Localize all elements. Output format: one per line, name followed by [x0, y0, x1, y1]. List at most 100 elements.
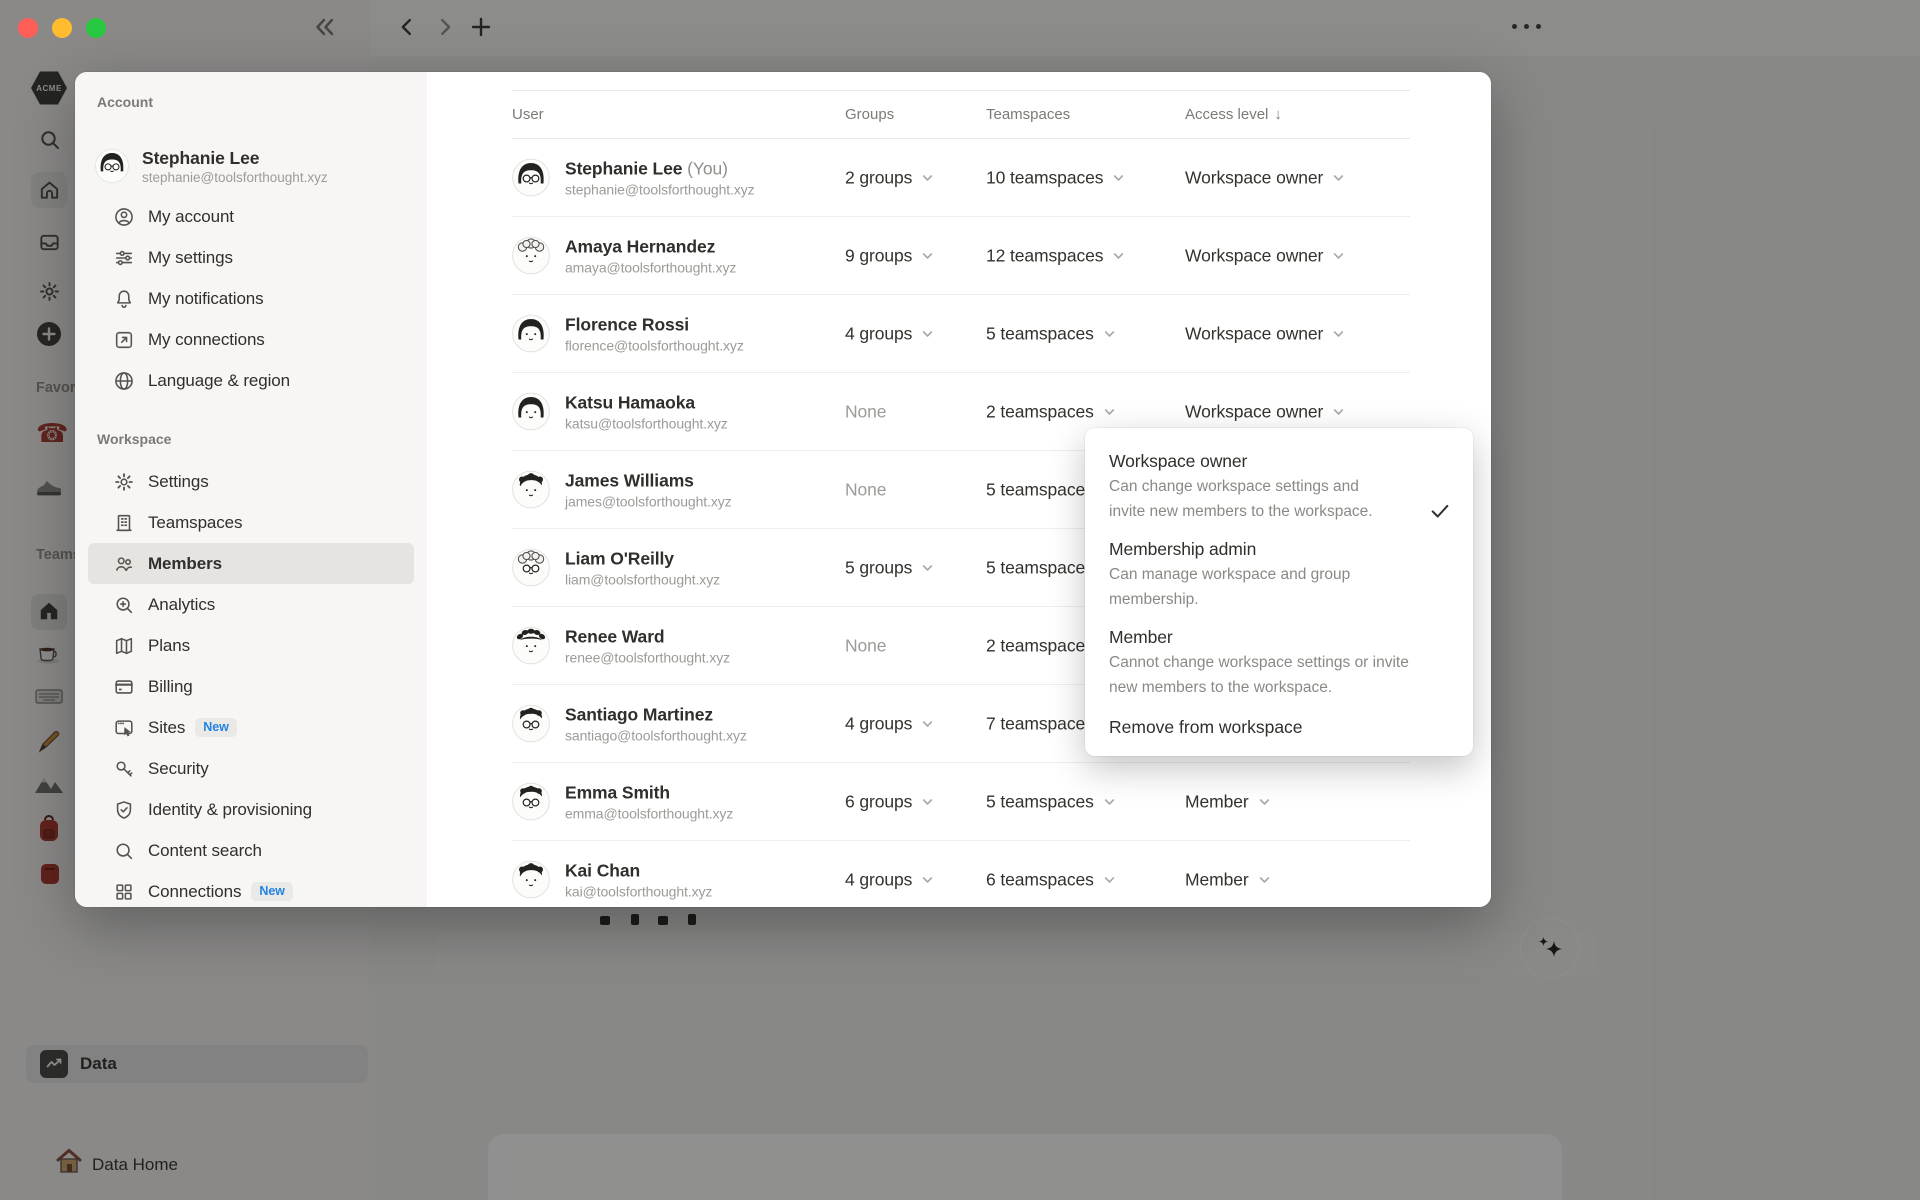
access-level-dropdown[interactable]: Member [1185, 791, 1271, 812]
column-header-groups[interactable]: Groups [845, 91, 894, 138]
teamspaces-dropdown[interactable]: 6 teamspaces [986, 869, 1116, 890]
grid-icon [113, 881, 135, 903]
globe-icon [113, 370, 135, 392]
access-level-dropdown[interactable]: Workspace owner [1185, 323, 1345, 344]
member-name: Kai Chan [565, 860, 641, 880]
window-controls [18, 18, 106, 38]
zoom-window-button[interactable] [86, 18, 106, 38]
groups-dropdown[interactable]: 4 groups [845, 869, 934, 890]
groups-dropdown[interactable]: 6 groups [845, 791, 934, 812]
avatar [512, 782, 550, 821]
workspace-section-label: Workspace [97, 431, 172, 447]
chevron-down-icon [1332, 405, 1345, 418]
groups-dropdown[interactable]: 4 groups [845, 323, 934, 344]
avatar [512, 236, 550, 275]
sidebar-item-connections[interactable]: Connections New [88, 871, 414, 907]
user-cell: James Williams james@toolsforthought.xyz [512, 469, 732, 510]
bell-icon [113, 288, 135, 310]
user-cell: Renee Ward renee@toolsforthought.xyz [512, 625, 730, 666]
option-title: Member [1109, 627, 1173, 647]
sidebar-item-content-search[interactable]: Content search [88, 830, 414, 871]
sidebar-item-plans[interactable]: Plans [88, 625, 414, 666]
option-title: Membership admin [1109, 539, 1257, 559]
member-row: Emma Smith emma@toolsforthought.xyz 6 gr… [512, 763, 1410, 841]
groups-dropdown[interactable]: 4 groups [845, 713, 934, 734]
option-description: Can change workspace settings and invite… [1109, 478, 1373, 520]
member-name: Renee Ward [565, 626, 665, 646]
column-header-user[interactable]: User [512, 91, 544, 138]
chevron-down-icon [921, 717, 934, 730]
new-badge: New [195, 718, 237, 737]
chevron-down-icon [1332, 327, 1345, 340]
groups-dropdown[interactable]: None [845, 479, 887, 500]
access-level-dropdown[interactable]: Workspace owner [1185, 245, 1345, 266]
minimize-window-button[interactable] [52, 18, 72, 38]
sidebar-item-label: Plans [148, 635, 191, 655]
groups-dropdown[interactable]: 5 groups [845, 557, 934, 578]
sidebar-item-members[interactable]: Members [88, 543, 414, 584]
user-cell: Santiago Martinez santiago@toolsforthoug… [512, 703, 747, 744]
menu-item-workspace-owner[interactable]: Workspace owner Can change workspace set… [1085, 442, 1473, 530]
sidebar-item-label: My notifications [148, 288, 264, 308]
groups-dropdown[interactable]: 9 groups [845, 245, 934, 266]
magnifier-icon [113, 840, 135, 862]
member-email: renee@toolsforthought.xyz [565, 649, 731, 665]
groups-dropdown[interactable]: 2 groups [845, 167, 934, 188]
access-level-dropdown[interactable]: Workspace owner [1185, 401, 1345, 422]
member-name: Amaya Hernandez [565, 236, 716, 256]
sidebar-item-my-notifications[interactable]: My notifications [88, 278, 414, 319]
sidebar-item-label: Analytics [148, 594, 216, 614]
sidebar-item-my-account[interactable]: My account [88, 196, 414, 237]
member-name: James Williams [565, 470, 694, 490]
user-cell: Kai Chan kai@toolsforthought.xyz [512, 859, 712, 900]
chevron-down-icon [1112, 249, 1125, 262]
column-header-teamspaces[interactable]: Teamspaces [986, 91, 1070, 138]
option-description: Cannot change workspace settings or invi… [1109, 654, 1409, 696]
sidebar-item-settings[interactable]: Settings [88, 461, 414, 502]
user-cell: Katsu Hamaoka katsu@toolsforthought.xyz [512, 391, 728, 432]
member-row: Kai Chan kai@toolsforthought.xyz 4 group… [512, 841, 1410, 907]
menu-item-remove-from-workspace[interactable]: Remove from workspace [1085, 706, 1473, 740]
access-level-dropdown[interactable]: Workspace owner [1185, 167, 1345, 188]
chevron-down-icon [921, 795, 934, 808]
chevron-down-icon [1103, 873, 1116, 886]
groups-dropdown[interactable]: None [845, 635, 887, 656]
sidebar-item-my-settings[interactable]: My settings [88, 237, 414, 278]
avatar [512, 704, 550, 743]
teamspaces-dropdown[interactable]: 12 teamspaces [986, 245, 1125, 266]
chevron-down-icon [921, 561, 934, 574]
sidebar-item-security[interactable]: Security [88, 748, 414, 789]
teamspaces-dropdown[interactable]: 5 teamspaces [986, 323, 1116, 344]
user-cell: Emma Smith emma@toolsforthought.xyz [512, 781, 733, 822]
gear-icon [113, 471, 135, 493]
sidebar-item-sites[interactable]: Sites New [88, 707, 414, 748]
access-level-dropdown[interactable]: Member [1185, 869, 1271, 890]
chevron-down-icon [921, 171, 934, 184]
user-cell: Stephanie Lee (You) stephanie@toolsforth… [512, 157, 755, 198]
teamspaces-dropdown[interactable]: 5 teamspaces [986, 791, 1116, 812]
teamspaces-dropdown[interactable]: 2 teamspaces [986, 401, 1116, 422]
account-profile[interactable]: Stephanie Lee stephanie@toolsforthought.… [95, 142, 427, 190]
avatar [512, 626, 550, 665]
sidebar-item-teamspaces[interactable]: Teamspaces [88, 502, 414, 543]
member-name: Katsu Hamaoka [565, 392, 696, 412]
chevron-down-icon [921, 873, 934, 886]
close-window-button[interactable] [18, 18, 38, 38]
column-header-access-level[interactable]: Access level ↓ [1185, 91, 1282, 138]
groups-dropdown[interactable]: None [845, 401, 887, 422]
chevron-down-icon [1103, 327, 1116, 340]
member-row: Stephanie Lee (You) stephanie@toolsforth… [512, 139, 1410, 217]
sidebar-item-analytics[interactable]: Analytics [88, 584, 414, 625]
sidebar-item-language-region[interactable]: Language & region [88, 360, 414, 401]
sidebar-item-billing[interactable]: Billing [88, 666, 414, 707]
chevron-down-icon [921, 327, 934, 340]
menu-item-member[interactable]: Member Cannot change workspace settings … [1085, 618, 1473, 706]
sidebar-item-my-connections[interactable]: My connections [88, 319, 414, 360]
sidebar-item-identity-provisioning[interactable]: Identity & provisioning [88, 789, 414, 830]
settings-sidebar: Account Stephanie Lee stephanie@toolsfor… [75, 72, 427, 907]
menu-item-membership-admin[interactable]: Membership admin Can manage workspace an… [1085, 530, 1473, 618]
sidebar-item-label: Identity & provisioning [148, 799, 313, 819]
member-email: liam@toolsforthought.xyz [565, 571, 720, 587]
avatar [512, 548, 550, 587]
teamspaces-dropdown[interactable]: 10 teamspaces [986, 167, 1125, 188]
